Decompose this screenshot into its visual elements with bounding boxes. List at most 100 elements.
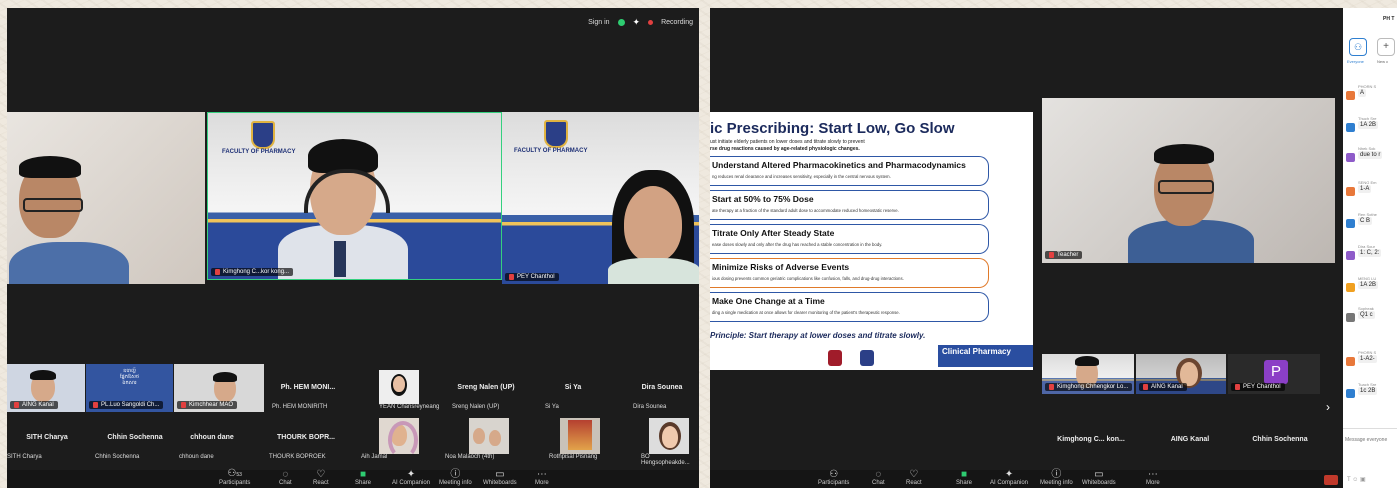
participant-name: THOURK BOPR... (277, 434, 335, 441)
banner-text: FACULTY OF PHARMACY (514, 148, 588, 154)
chat-button[interactable]: ◌ Chat (872, 469, 885, 487)
sparkle-icon: ✦ (1004, 469, 1014, 480)
shared-slide: ic Prescribing: Start Low, Go Slow ust i… (710, 112, 1033, 370)
thumb-participant[interactable] (469, 418, 509, 454)
slide-subtitle: rse drug reactions caused by age-related… (710, 146, 860, 152)
thumb-participant[interactable]: Kimchhear MAO (174, 364, 264, 412)
meeting-info-button[interactable]: ⓘ Meeting info (439, 470, 472, 487)
everyone-icon[interactable]: ⚇ (1349, 38, 1367, 56)
participant-name: Dira Sounea (641, 384, 683, 391)
sparkle-icon[interactable]: ✦ (633, 17, 641, 28)
chat-icon: ◌ (875, 469, 882, 480)
top-status-bar: Sign in ✦ Recording (588, 14, 693, 30)
chat-message: Ren Sothe C B (1346, 212, 1397, 232)
thumb-participant[interactable] (649, 418, 689, 454)
participant-subname: BO Hengsopheakde... (641, 454, 690, 466)
participants-button[interactable]: ⚇53 Participants (219, 468, 250, 487)
thumb-participant[interactable] (560, 418, 600, 454)
people-icon: ⚇53 (227, 468, 242, 479)
ai-companion-button[interactable]: ✦ AI Companion (392, 470, 430, 487)
share-screen-icon: ■ (359, 469, 367, 480)
more-button[interactable]: ⋯ More (1146, 469, 1160, 487)
slide-principle: Principle: Start therapy at lower doses … (710, 331, 926, 340)
video-tile-active-speaker[interactable]: FACULTY OF PHARMACY Kimghong C...kor kon… (207, 112, 502, 280)
video-tile-right[interactable]: FACULTY OF PHARMACY PEY Chanthol (502, 112, 699, 284)
avatar (1346, 313, 1355, 322)
more-icon: ⋯ (536, 469, 547, 480)
leave-button[interactable] (1324, 475, 1338, 485)
heart-icon: ♡ (316, 469, 326, 480)
avatar: P (1264, 360, 1288, 384)
university-crest-icon (251, 121, 275, 149)
chat-message: PHORN SA (1346, 84, 1397, 104)
speaker-video[interactable]: Teacher (1042, 98, 1335, 263)
react-button[interactable]: ♡ React (906, 469, 922, 487)
thumb-participant[interactable]: P PEY Chanthol (1228, 354, 1320, 394)
format-icon[interactable]: T ☺ ▣ (1347, 476, 1366, 483)
participant-name: AING Kanal (1170, 436, 1210, 443)
participants-button[interactable]: ⚇ Participants (818, 470, 849, 487)
participant-subname: Si Ya (545, 404, 559, 410)
slide-point: Minimize Risks of Adverse Events ious dos… (710, 258, 989, 288)
participant-subname: Noa Malaoch (4th) (445, 454, 495, 460)
video-tile-left[interactable] (7, 112, 205, 284)
avatar (1346, 283, 1355, 292)
participant-name: Kimghong C... kon... (1057, 436, 1125, 443)
participant-subname: chhoun dane (179, 454, 214, 460)
more-button[interactable]: ⋯ More (535, 469, 549, 487)
tab-new-chat[interactable]: New c (1377, 59, 1388, 64)
participant-name: Sreng Nalen (UP) (457, 384, 515, 391)
participant-subname: YEAN Chansreyneang (379, 404, 440, 410)
chat-header: PH T (1383, 16, 1395, 22)
chat-message: Sopheak Q1 c (1346, 306, 1397, 326)
clinical-pharmacy-banner: Clinical Pharmacy (938, 345, 1033, 367)
heart-icon: ♡ (909, 469, 919, 480)
recording-label: Recording (661, 18, 693, 26)
share-button[interactable]: ■ Share (355, 469, 371, 487)
tab-everyone[interactable]: Everyone (1347, 59, 1364, 64)
university-crest-icon (544, 120, 568, 148)
whiteboard-icon: ▭ (1094, 469, 1104, 480)
slide-point: Make One Change at a Time ding a single m… (710, 292, 989, 322)
sign-in-link[interactable]: Sign in (588, 19, 609, 26)
chat-input[interactable] (1345, 434, 1395, 446)
chat-message: PHORN S 1-A2- (1346, 350, 1397, 370)
avatar (1346, 219, 1355, 228)
slide-subtitle: ust initiate elderly patients on lower d… (710, 139, 865, 145)
person-head (624, 186, 682, 262)
share-button[interactable]: ■ Share (956, 469, 972, 487)
chat-button[interactable]: ◌ Chat (279, 470, 292, 487)
thumb-participant[interactable]: ឧបាល្ល៍ ផ្នែក​ឱសថ ឯកសារ PL.Luo Sangoldi Ch… (86, 364, 173, 412)
participant-subname: Dira Sounea (633, 404, 667, 410)
left-meeting-window: Sign in ✦ Recording FACULTY OF PHARMACY … (7, 8, 699, 488)
participant-subname: Chhin Sochenna (95, 454, 140, 460)
thumb-participant[interactable]: AING Kanal (7, 364, 85, 412)
chat-message: Thuch Sre 1A 2B (1346, 116, 1397, 136)
mic-muted-icon (509, 274, 514, 280)
thumb-participant[interactable]: AING Kanal (1136, 354, 1226, 394)
tie (334, 241, 346, 277)
thumb-participant[interactable] (379, 418, 419, 454)
whiteboards-button[interactable]: ▭ Whiteboards (1082, 469, 1116, 487)
thumb-participant[interactable] (379, 370, 419, 404)
mic-muted-icon (215, 269, 220, 275)
new-chat-icon[interactable]: + (1377, 38, 1395, 56)
share-screen-icon: ■ (960, 469, 968, 480)
react-button[interactable]: ♡ React (313, 469, 329, 487)
chevron-right-icon[interactable]: › (1326, 400, 1330, 414)
more-icon: ⋯ (1147, 469, 1158, 480)
meeting-toolbar: ⚇53 Participants ◌ Chat ♡ React ■ Share ✦ AI … (7, 468, 699, 488)
chat-message: Dira Sour 1: C, 2: (1346, 244, 1397, 264)
whiteboards-button[interactable]: ▭ Whiteboards (483, 470, 517, 487)
university-logo-icon (828, 350, 842, 366)
ai-companion-button[interactable]: ✦ AI Companion (990, 469, 1028, 487)
chat-message: MENG LU 1A 2B (1346, 276, 1397, 296)
thumb-participant[interactable]: Kimghong Chhengkor Lo... (1042, 354, 1134, 394)
avatar (1346, 91, 1355, 100)
participant-subname: Aih Jamal (361, 454, 388, 460)
avatar (1346, 389, 1355, 398)
meeting-info-button[interactable]: ⓘ Meeting info (1040, 470, 1073, 487)
participant-name: Chhin Sochenna (1252, 436, 1308, 443)
slide-point: Understand Altered Pharmacokinetics and … (710, 156, 989, 186)
glasses-icon (23, 198, 83, 212)
